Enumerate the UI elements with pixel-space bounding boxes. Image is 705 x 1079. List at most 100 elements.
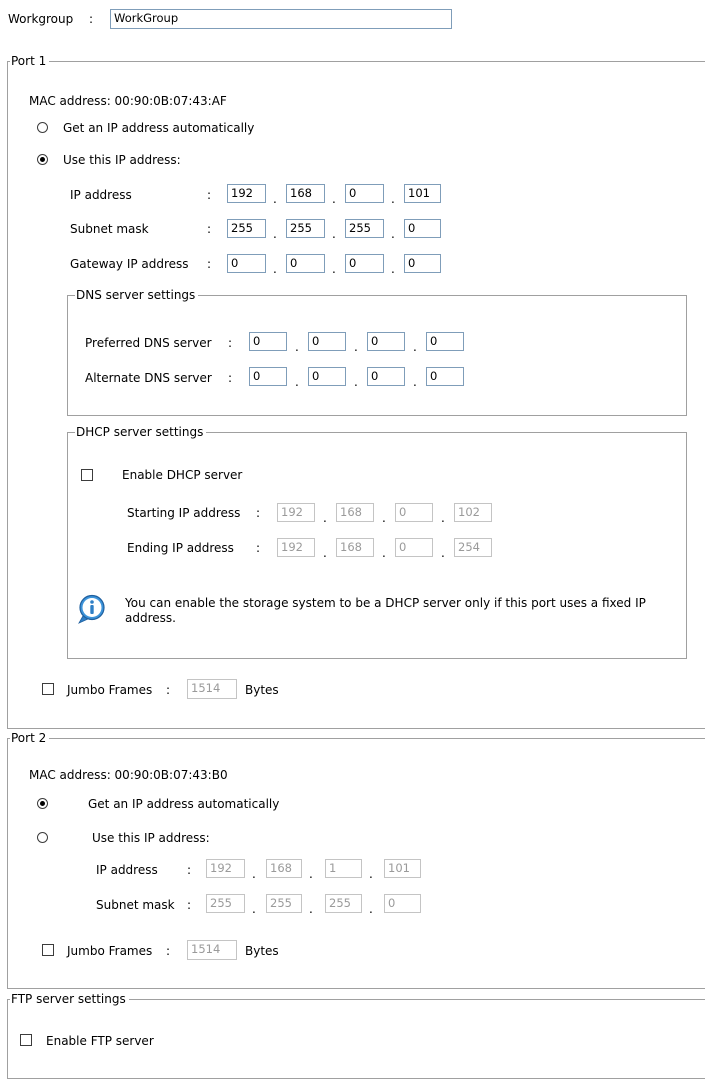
enable-ftp-label: Enable FTP server bbox=[46, 1034, 154, 1048]
dhcp-start-label: Starting IP address bbox=[127, 506, 241, 520]
port2-ip-octet-4[interactable]: 101 bbox=[384, 859, 421, 878]
port2-subnet-octet-3[interactable]: 255 bbox=[325, 894, 362, 913]
ip-separator: . bbox=[441, 511, 445, 525]
port2-jumbo-unit: Bytes bbox=[245, 944, 279, 958]
preferred-dns-octet-1[interactable]: 0 bbox=[249, 332, 287, 351]
port2-manual-label: Use this IP address: bbox=[92, 831, 210, 845]
port2-ip-octet-3[interactable]: 1 bbox=[325, 859, 362, 878]
alternate-dns-octet-2[interactable]: 0 bbox=[308, 367, 346, 386]
port2-auto-radio[interactable] bbox=[37, 798, 48, 809]
preferred-dns-octet-3[interactable]: 0 bbox=[367, 332, 405, 351]
enable-dhcp-checkbox[interactable] bbox=[81, 469, 93, 481]
ip-separator: . bbox=[441, 546, 445, 560]
port1-jumbo-checkbox[interactable] bbox=[42, 683, 54, 695]
dhcp-start-colon: : bbox=[256, 506, 261, 520]
workgroup-colon: : bbox=[89, 12, 94, 26]
port1-ip-colon: : bbox=[207, 188, 212, 202]
alternate-dns-colon: : bbox=[228, 371, 233, 385]
ip-separator: . bbox=[323, 546, 327, 560]
port2-jumbo-checkbox[interactable] bbox=[42, 944, 54, 956]
alternate-dns-octet-3[interactable]: 0 bbox=[367, 367, 405, 386]
ip-separator: . bbox=[332, 227, 336, 241]
port1-subnet-colon: : bbox=[207, 222, 212, 236]
port2-jumbo-colon: : bbox=[166, 944, 171, 958]
port1-gateway-label: Gateway IP address bbox=[70, 257, 189, 271]
port1-ip-octet-4[interactable]: 101 bbox=[404, 184, 441, 203]
port1-subnet-label: Subnet mask bbox=[70, 222, 149, 236]
port2-subnet-octet-1[interactable]: 255 bbox=[206, 894, 245, 913]
ftp-title: FTP server settings bbox=[10, 992, 129, 1006]
dhcp-end-octet-3[interactable]: 0 bbox=[395, 538, 433, 557]
port1-gateway-octet-1[interactable]: 0 bbox=[227, 254, 266, 273]
port2-manual-radio[interactable] bbox=[37, 832, 48, 843]
alternate-dns-octet-1[interactable]: 0 bbox=[249, 367, 287, 386]
port2-subnet-octet-4[interactable]: 0 bbox=[384, 894, 421, 913]
ip-separator: . bbox=[332, 262, 336, 276]
port1-auto-radio[interactable] bbox=[37, 122, 48, 133]
port1-gateway-octet-4[interactable]: 0 bbox=[404, 254, 441, 273]
ip-separator: . bbox=[413, 375, 417, 389]
ip-separator: . bbox=[391, 262, 395, 276]
port2-ip-octet-2[interactable]: 168 bbox=[266, 859, 302, 878]
dhcp-end-octet-4[interactable]: 254 bbox=[454, 538, 492, 557]
dns-group-title: DNS server settings bbox=[75, 288, 199, 302]
ip-separator: . bbox=[369, 867, 373, 881]
ip-separator: . bbox=[354, 340, 358, 354]
ip-separator: . bbox=[332, 192, 336, 206]
ip-separator: . bbox=[252, 867, 256, 881]
enable-dhcp-label: Enable DHCP server bbox=[122, 468, 243, 482]
port1-ip-label: IP address bbox=[70, 188, 132, 202]
ip-separator: . bbox=[413, 340, 417, 354]
workgroup-label: Workgroup bbox=[8, 12, 74, 26]
port1-ip-octet-2[interactable]: 168 bbox=[286, 184, 325, 203]
port2-ip-octet-1[interactable]: 192 bbox=[206, 859, 245, 878]
alternate-dns-octet-4[interactable]: 0 bbox=[426, 367, 464, 386]
port2-ip-label: IP address bbox=[96, 863, 158, 877]
port1-gateway-colon: : bbox=[207, 257, 212, 271]
ip-separator: . bbox=[273, 192, 277, 206]
port2-mac-address: MAC address: 00:90:0B:07:43:B0 bbox=[29, 768, 228, 782]
preferred-dns-octet-2[interactable]: 0 bbox=[308, 332, 346, 351]
dhcp-start-octet-1[interactable]: 192 bbox=[277, 503, 315, 522]
ip-separator: . bbox=[391, 192, 395, 206]
port2-auto-label: Get an IP address automatically bbox=[88, 797, 280, 811]
dhcp-end-octet-2[interactable]: 168 bbox=[336, 538, 374, 557]
dhcp-end-octet-1[interactable]: 192 bbox=[277, 538, 315, 557]
ip-separator: . bbox=[252, 902, 256, 916]
port1-subnet-octet-3[interactable]: 255 bbox=[345, 219, 384, 238]
port1-subnet-octet-2[interactable]: 255 bbox=[286, 219, 325, 238]
workgroup-input[interactable]: WorkGroup bbox=[110, 9, 452, 29]
port1-jumbo-unit: Bytes bbox=[245, 683, 279, 697]
port2-subnet-label: Subnet mask bbox=[96, 898, 175, 912]
port2-jumbo-size-input[interactable]: 1514 bbox=[187, 940, 237, 960]
port2-ip-colon: : bbox=[187, 863, 192, 877]
port1-ip-octet-3[interactable]: 0 bbox=[345, 184, 384, 203]
port1-subnet-octet-4[interactable]: 0 bbox=[404, 219, 441, 238]
port2-subnet-octet-2[interactable]: 255 bbox=[266, 894, 302, 913]
alternate-dns-label: Alternate DNS server bbox=[85, 371, 212, 385]
ip-separator: . bbox=[323, 511, 327, 525]
port1-manual-radio[interactable] bbox=[37, 154, 48, 165]
port1-gateway-octet-2[interactable]: 0 bbox=[286, 254, 325, 273]
ip-separator: . bbox=[273, 262, 277, 276]
ip-separator: . bbox=[369, 902, 373, 916]
dhcp-start-octet-3[interactable]: 0 bbox=[395, 503, 433, 522]
preferred-dns-octet-4[interactable]: 0 bbox=[426, 332, 464, 351]
dns-group bbox=[67, 295, 687, 416]
port1-jumbo-size-input[interactable]: 1514 bbox=[187, 679, 237, 699]
port1-ip-octet-1[interactable]: 192 bbox=[227, 184, 266, 203]
port1-auto-label: Get an IP address automatically bbox=[63, 121, 255, 135]
port1-mac-address: MAC address: 00:90:0B:07:43:AF bbox=[29, 94, 227, 108]
dhcp-start-octet-2[interactable]: 168 bbox=[336, 503, 374, 522]
port1-jumbo-colon: : bbox=[166, 683, 171, 697]
dhcp-end-colon: : bbox=[256, 541, 261, 555]
ip-separator: . bbox=[354, 375, 358, 389]
port1-gateway-octet-3[interactable]: 0 bbox=[345, 254, 384, 273]
ip-separator: . bbox=[273, 227, 277, 241]
ip-separator: . bbox=[382, 546, 386, 560]
dhcp-group-title: DHCP server settings bbox=[75, 425, 207, 439]
port1-subnet-octet-1[interactable]: 255 bbox=[227, 219, 266, 238]
enable-ftp-checkbox[interactable] bbox=[20, 1034, 32, 1046]
port2-title: Port 2 bbox=[10, 731, 50, 745]
dhcp-start-octet-4[interactable]: 102 bbox=[454, 503, 492, 522]
